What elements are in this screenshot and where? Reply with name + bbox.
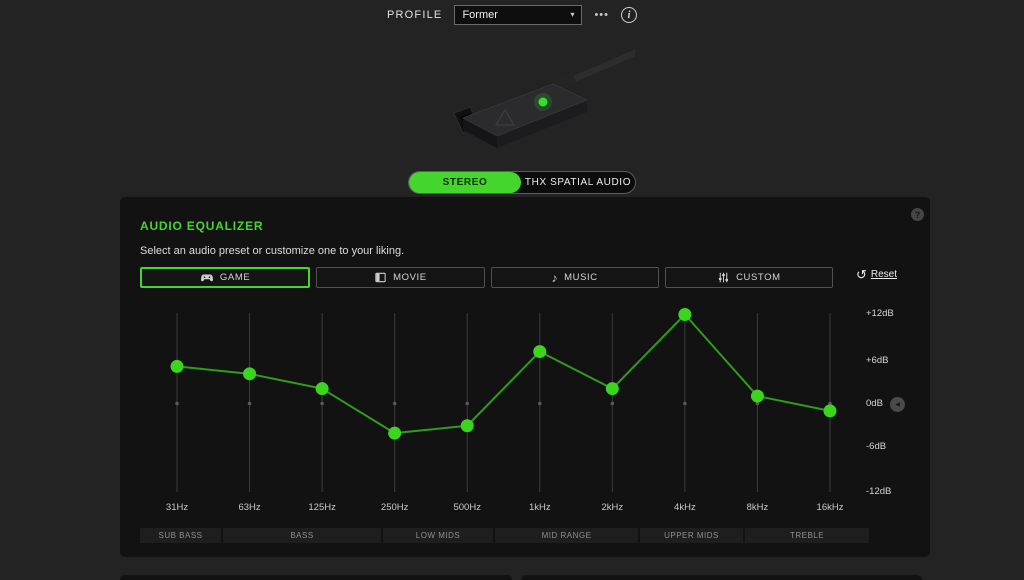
x-axis-label: 8kHz: [747, 502, 769, 513]
x-axis-label: 2kHz: [602, 502, 624, 513]
device-led: [539, 98, 548, 107]
preset-button-custom[interactable]: CUSTOM: [665, 267, 833, 288]
eq-point-63Hz[interactable]: [243, 367, 256, 380]
x-axis-label: 63Hz: [238, 502, 260, 513]
movie-icon: [374, 271, 387, 284]
x-axis-label: 16kHz: [817, 502, 844, 513]
eq-zero-marker: [393, 402, 397, 406]
more-options-button[interactable]: •••: [594, 9, 609, 21]
eq-point-16kHz[interactable]: [824, 404, 837, 417]
collapse-arrow-button[interactable]: ◀: [890, 397, 905, 412]
eq-point-31Hz[interactable]: [171, 360, 184, 373]
eq-point-500Hz[interactable]: [461, 419, 474, 432]
preset-button-movie[interactable]: MOVIE: [316, 267, 484, 288]
next-panel-preview-left: [120, 575, 512, 580]
eq-point-2kHz[interactable]: [606, 382, 619, 395]
eq-point-1kHz[interactable]: [533, 345, 546, 358]
y-axis-tick: -12dB: [866, 486, 916, 498]
razer-audio-app-screen: PROFILE Former ▾ ••• i STEREO THX SPATIA…: [0, 0, 1024, 580]
mode-option-thx-spatial-audio[interactable]: THX SPATIAL AUDIO: [521, 172, 635, 193]
eq-curve: [177, 315, 830, 434]
eq-point-4kHz[interactable]: [678, 308, 691, 321]
reset-button[interactable]: ↺ Reset: [856, 268, 897, 281]
preset-label: CUSTOM: [736, 272, 781, 283]
equalizer-title: AUDIO EQUALIZER: [140, 219, 263, 233]
equalizer-chart: 31Hz 63Hz 125Hz 250Hz 500Hz 1kHz 2kHz 4kHz 8kHz 1…: [120, 294, 930, 520]
eq-point-8kHz[interactable]: [751, 390, 764, 403]
x-axis-label: 1kHz: [529, 502, 551, 513]
band-sub-bass[interactable]: SUB BASS: [140, 528, 221, 543]
eq-point-250Hz[interactable]: [388, 427, 401, 440]
eq-zero-marker: [320, 402, 324, 406]
preset-label: GAME: [220, 272, 250, 283]
y-axis-tick: +6dB: [866, 355, 916, 367]
eq-point-125Hz[interactable]: [316, 382, 329, 395]
x-axis-label: 500Hz: [453, 502, 481, 513]
info-icon[interactable]: i: [621, 7, 637, 23]
profile-dropdown-value: Former: [462, 9, 497, 21]
band-bass[interactable]: BASS: [223, 528, 381, 543]
x-axis-label: 4kHz: [674, 502, 696, 513]
preset-button-game[interactable]: GAME: [140, 267, 310, 288]
reset-icon: ↺: [856, 268, 867, 281]
x-axis-label: 125Hz: [308, 502, 336, 513]
eq-zero-marker: [611, 402, 615, 406]
audio-equalizer-panel: AUDIO EQUALIZER Select an audio preset o…: [120, 197, 930, 557]
profile-label: PROFILE: [387, 9, 442, 21]
eq-zero-marker: [465, 402, 469, 406]
x-axis-label: 250Hz: [381, 502, 409, 513]
eq-zero-marker: [175, 402, 179, 406]
output-mode-toggle: STEREO THX SPATIAL AUDIO: [408, 171, 636, 194]
x-axis-label: 31Hz: [166, 502, 188, 513]
left-arrow-icon: ◀: [895, 401, 900, 408]
next-panel-preview-right: [521, 575, 922, 580]
music-note-icon: ♪: [552, 272, 559, 284]
device-image: [425, 46, 635, 152]
y-axis-tick: -6dB: [866, 441, 916, 453]
sliders-icon: [717, 271, 730, 284]
y-axis-tick: +12dB: [866, 308, 916, 320]
band-low-mids[interactable]: LOW MIDS: [383, 528, 493, 543]
profile-dropdown[interactable]: Former ▾: [454, 5, 582, 25]
band-upper-mids[interactable]: UPPER MIDS: [640, 528, 743, 543]
band-row: SUB BASS BASS LOW MIDS MID RANGE UPPER M…: [140, 528, 869, 543]
preset-label: MOVIE: [393, 272, 427, 283]
eq-zero-marker: [683, 402, 687, 406]
preset-row: GAME MOVIE ♪ MUSIC: [140, 267, 833, 288]
profile-bar: PROFILE Former ▾ ••• i: [0, 4, 1024, 26]
preset-button-music[interactable]: ♪ MUSIC: [491, 267, 659, 288]
gamepad-icon: [200, 271, 214, 284]
mode-option-stereo[interactable]: STEREO: [409, 172, 521, 193]
help-icon[interactable]: ?: [911, 208, 924, 221]
equalizer-subtitle: Select an audio preset or customize one …: [140, 245, 404, 257]
eq-zero-marker: [538, 402, 542, 406]
band-mid-range[interactable]: MID RANGE: [495, 528, 638, 543]
chevron-down-icon: ▾: [570, 11, 574, 19]
reset-label: Reset: [871, 269, 897, 280]
eq-zero-marker: [248, 402, 252, 406]
band-treble[interactable]: TREBLE: [745, 528, 869, 543]
preset-label: MUSIC: [564, 272, 598, 283]
